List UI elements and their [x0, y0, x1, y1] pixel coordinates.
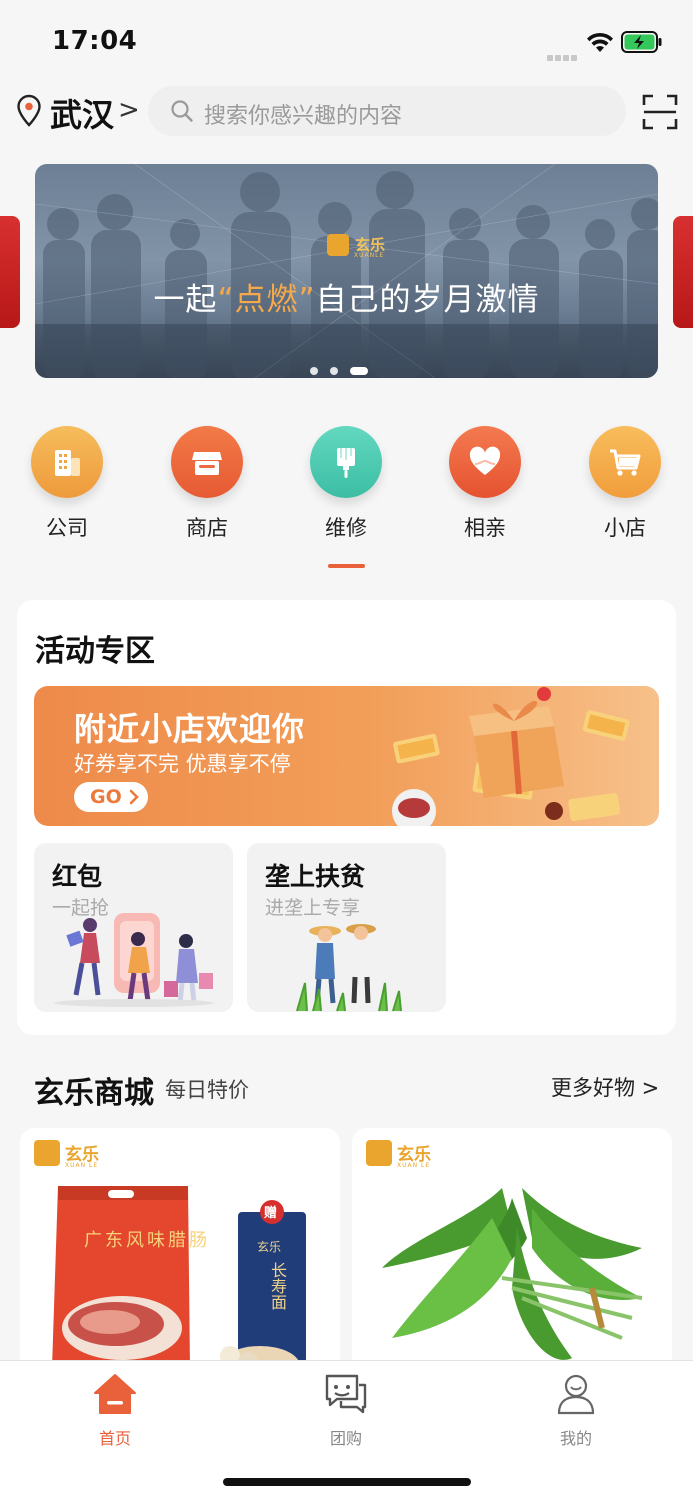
chat-bubbles-icon	[325, 1374, 367, 1414]
category-label: 公司	[46, 516, 88, 540]
tab-mine[interactable]: 我的	[516, 1371, 636, 1449]
category-label: 商店	[186, 516, 228, 540]
category-page-indicator	[328, 564, 365, 568]
status-bar: 17:04	[0, 0, 693, 80]
location-pin-icon[interactable]	[16, 94, 42, 128]
activity-section: 活动专区 附近小店欢迎你 好券享不完 优惠享不停 GO 红包 一起抢 垄上扶贫 …	[17, 600, 676, 1035]
category-label: 小店	[604, 516, 646, 540]
go-button[interactable]: GO	[74, 782, 148, 812]
brand-mark-icon	[34, 1140, 60, 1166]
home-icon	[94, 1374, 136, 1414]
product-card[interactable]: 玄乐 XUAN LE 广东风味腊肠 赠 玄乐 长寿面	[20, 1128, 340, 1388]
category-company[interactable]: 公司	[22, 426, 112, 542]
card-title: 红包	[52, 862, 103, 891]
card-subtitle: 一起抢	[52, 897, 110, 919]
category-small-shop[interactable]: 小店	[580, 426, 670, 542]
section-subtitle: 每日特价	[165, 1078, 249, 1102]
card-subtitle: 进垄上专享	[265, 897, 361, 919]
category-grid: 公司 商店 维修 相亲 小店	[0, 426, 693, 546]
store-icon	[192, 452, 222, 475]
red-packet-card[interactable]: 红包 一起抢	[34, 843, 233, 1012]
wifi-icon	[587, 32, 613, 52]
noodle-brand: 玄乐	[257, 1240, 282, 1254]
banner-people-silhouettes	[35, 164, 658, 378]
search-placeholder: 搜索你感兴趣的内容	[204, 104, 403, 129]
carousel-dot	[310, 366, 318, 375]
heart-icon	[469, 446, 501, 475]
brand-mark-icon	[327, 234, 349, 256]
category-dating[interactable]: 相亲	[440, 426, 530, 542]
top-header: 武汉 > 搜索你感兴趣的内容	[0, 80, 693, 144]
chevron-right-icon[interactable]: >	[118, 95, 140, 125]
cellular-signal-icon	[547, 46, 579, 65]
city-selector[interactable]: 武汉	[50, 90, 114, 136]
tab-group-buy[interactable]: 团购	[286, 1371, 406, 1449]
cart-icon	[610, 449, 641, 476]
product-card[interactable]: 玄乐 XUAN LE	[352, 1128, 672, 1388]
mall-header: 玄乐商城 每日特价 更多好物 >	[0, 1068, 693, 1111]
banner-prev-peek[interactable]	[0, 216, 20, 328]
scan-icon[interactable]	[642, 94, 678, 130]
carousel-dot	[330, 366, 338, 375]
repair-brush-icon	[337, 448, 355, 478]
banner-carousel[interactable]: 玄乐 XUANLE 一起“点燃”自己的岁月激情	[0, 164, 693, 380]
promo-banner[interactable]: 附近小店欢迎你 好券享不完 优惠享不停 GO	[34, 686, 659, 826]
noodle-label: 长寿面	[268, 1262, 287, 1310]
poverty-aid-card[interactable]: 垄上扶贫 进垄上专享	[247, 843, 446, 1012]
user-icon	[557, 1374, 595, 1415]
status-time: 17:04	[52, 26, 138, 56]
package-label: 广东风味腊肠	[84, 1230, 210, 1251]
banner-slide[interactable]: 玄乐 XUANLE 一起“点燃”自己的岁月激情	[35, 164, 658, 378]
tab-label: 首页	[98, 1429, 131, 1448]
category-store[interactable]: 商店	[162, 426, 252, 542]
promo-title: 附近小店欢迎你	[74, 710, 306, 748]
more-products-link[interactable]: 更多好物 >	[551, 1072, 659, 1102]
tab-home[interactable]: 首页	[55, 1371, 175, 1449]
gift-badge: 赠	[264, 1206, 278, 1221]
section-title: 玄乐商城	[34, 1076, 154, 1111]
search-icon	[171, 100, 193, 122]
battery-charging-icon	[621, 31, 662, 53]
home-screen: 17:04 武汉 > 搜索你感兴趣的内容 玄乐 XUANLE 一起“点燃”自己的…	[0, 0, 693, 1500]
category-repair[interactable]: 维修	[301, 426, 391, 542]
category-label: 相亲	[464, 516, 506, 540]
carousel-dots	[310, 360, 380, 378]
brand-mark-icon	[366, 1140, 392, 1166]
banner-next-peek[interactable]	[673, 216, 693, 328]
banner-logo: 玄乐 XUANLE	[327, 232, 393, 259]
search-bar[interactable]: 搜索你感兴趣的内容	[148, 86, 626, 136]
tab-label: 团购	[329, 1429, 362, 1448]
banner-slogan: 一起“点燃”自己的岁月激情	[153, 282, 540, 318]
chevron-right-icon	[129, 789, 139, 805]
promo-subtitle: 好券享不完 优惠享不停	[74, 752, 291, 776]
building-icon	[55, 450, 80, 476]
category-label: 维修	[325, 516, 367, 540]
carousel-dot-active	[350, 366, 368, 375]
tab-label: 我的	[559, 1429, 592, 1448]
section-title: 活动专区	[35, 634, 155, 669]
home-indicator[interactable]	[223, 1478, 471, 1486]
brand-logo: 玄乐 XUAN LE	[366, 1140, 436, 1169]
brand-logo: 玄乐 XUAN LE	[34, 1140, 104, 1169]
card-title: 垄上扶贫	[265, 862, 366, 891]
gift-box-illustration	[392, 687, 630, 826]
